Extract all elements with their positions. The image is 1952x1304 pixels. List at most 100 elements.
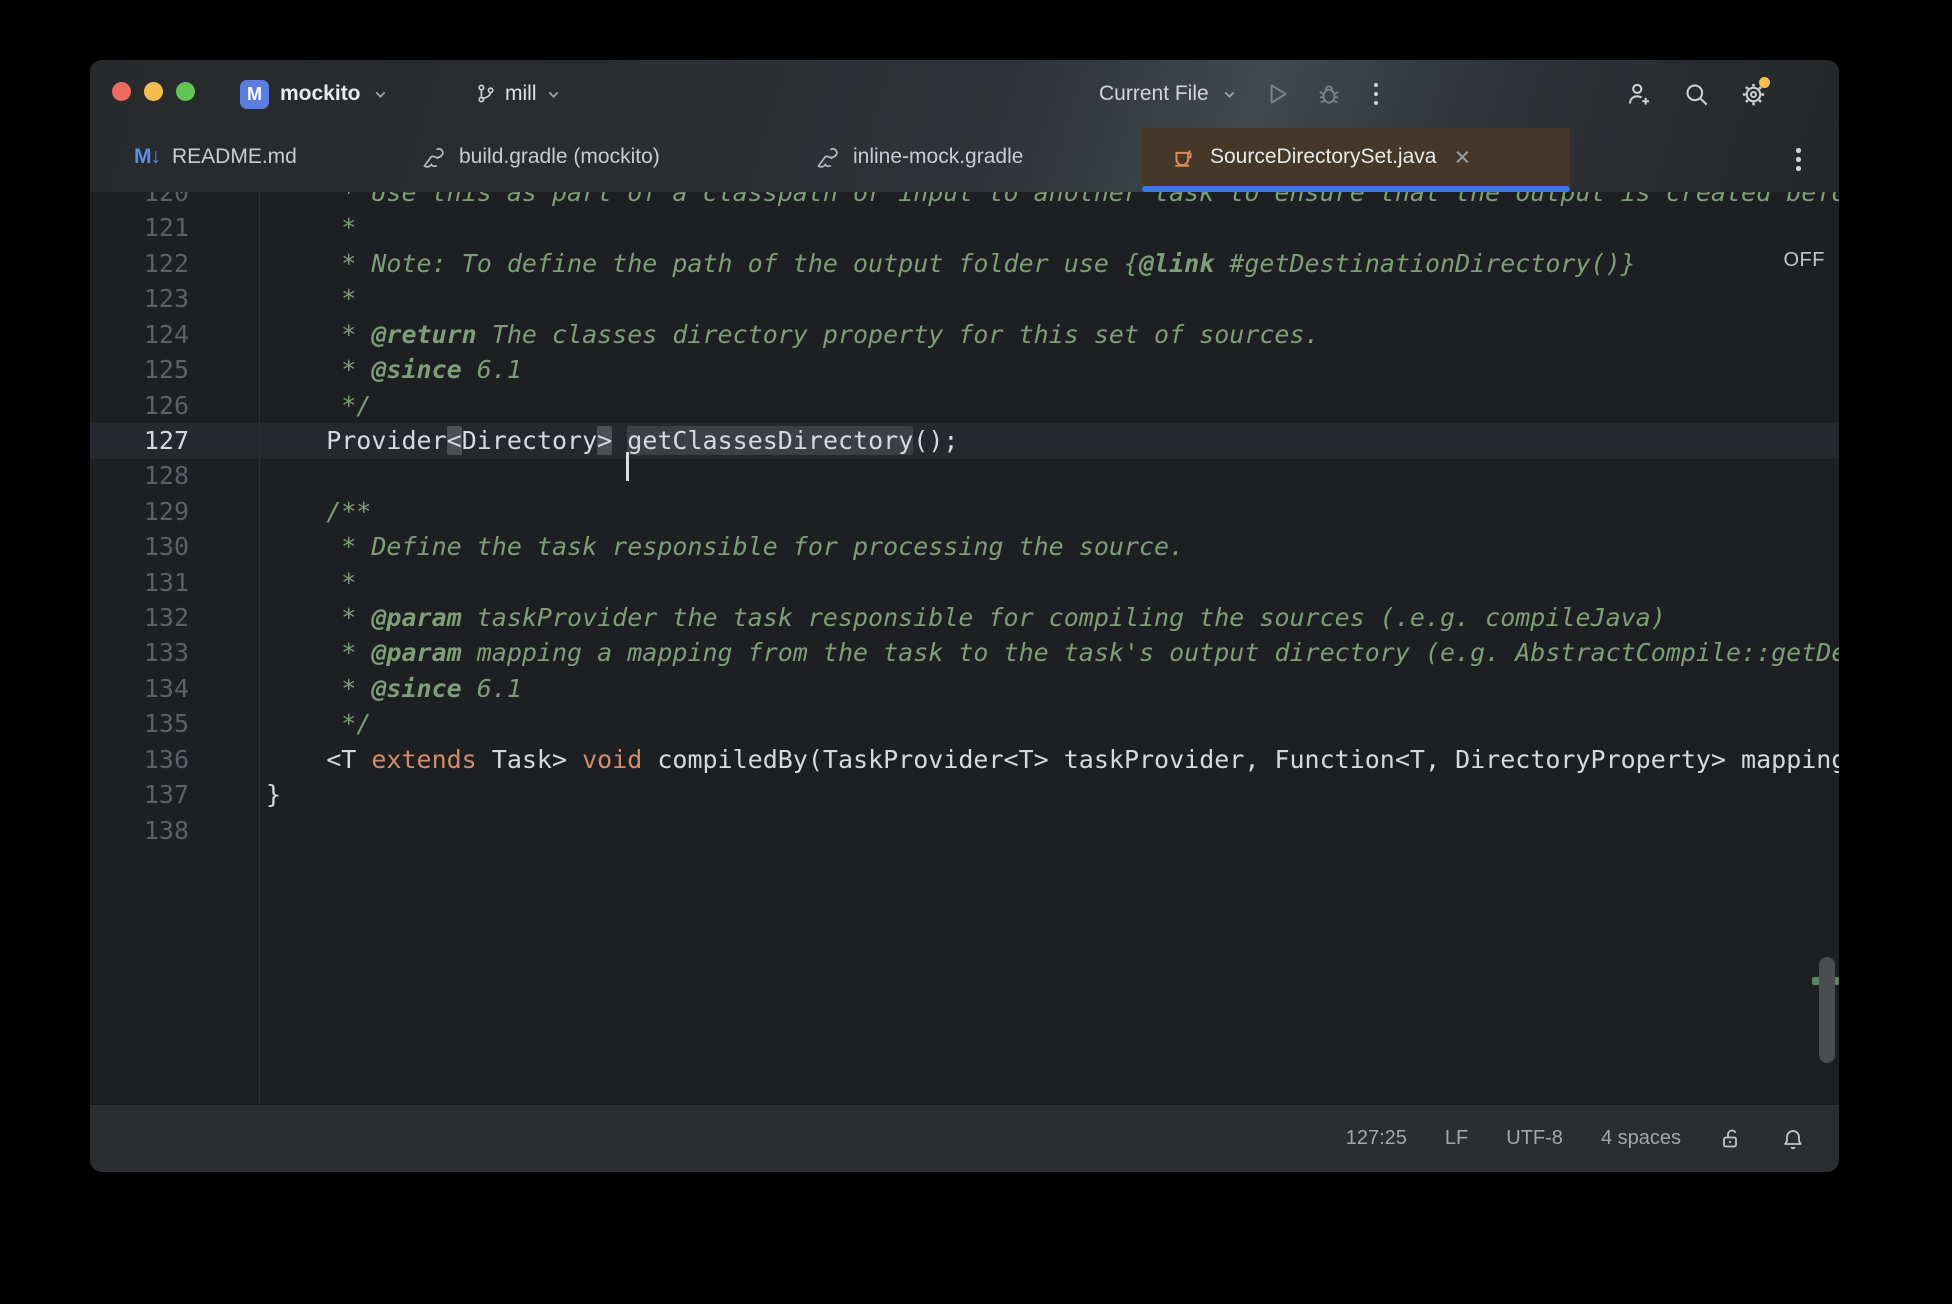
code-line-131[interactable]: *	[266, 565, 1839, 600]
code-editor[interactable]: 120 121 122 123 124 125 126 127 128 129 130 131 132 1…	[90, 192, 1839, 1104]
code-line-136[interactable]: <T extends Task> void compiledBy(TaskPro…	[266, 742, 1839, 777]
line-separator-widget[interactable]: LF	[1445, 1127, 1468, 1150]
search-everywhere-icon[interactable]	[1683, 81, 1710, 108]
line-number-127[interactable]: 127	[90, 423, 189, 458]
tab-sourcedirectoryset-java[interactable]: SourceDirectorySet.java ×	[1170, 128, 1470, 186]
close-window-button[interactable]	[112, 82, 131, 101]
code-line-129[interactable]: /**	[266, 494, 1839, 529]
line-number-124[interactable]: 124	[90, 317, 189, 352]
code-line-132[interactable]: * @param taskProvider the task responsib…	[266, 600, 1839, 635]
code-token: /**	[266, 496, 372, 526]
tab-readme-md[interactable]: M↓ README.md	[134, 128, 297, 186]
line-number-120[interactable]: 120	[90, 192, 189, 210]
screen: M mockito mill Current File M↓ README.md…	[0, 0, 1952, 1304]
minimize-window-button[interactable]	[144, 82, 163, 101]
code-line-137[interactable]: }	[266, 777, 1839, 812]
tab-label: SourceDirectorySet.java	[1210, 145, 1437, 168]
line-number-137[interactable]: 137	[90, 777, 189, 812]
close-tab-icon[interactable]: ×	[1454, 144, 1470, 171]
line-number-130[interactable]: 130	[90, 529, 189, 564]
tab-label: build.gradle (mockito)	[459, 145, 660, 168]
titlebar: M mockito mill Current File	[90, 60, 1839, 128]
code-line-128[interactable]	[266, 458, 1839, 493]
code-line-120[interactable]: * Use this as part of a classpath or inp…	[266, 192, 1839, 210]
run-toolbar: Current File	[1099, 70, 1384, 118]
tab-build-gradle[interactable]: build.gradle (mockito)	[420, 128, 660, 186]
line-number-125[interactable]: 125	[90, 352, 189, 387]
code-token: Task>	[476, 744, 583, 774]
tab-list-more-icon[interactable]	[1790, 142, 1807, 177]
code-token: *	[266, 603, 372, 633]
code-line-138[interactable]	[266, 813, 1839, 848]
code-line-125[interactable]: * @since 6.1	[266, 352, 1839, 387]
line-number-132[interactable]: 132	[90, 600, 189, 635]
code-token: */	[266, 390, 372, 420]
project-icon: M	[240, 79, 269, 109]
status-bar: 127:25 LF UTF-8 4 spaces	[90, 1104, 1839, 1172]
line-number-123[interactable]: 123	[90, 281, 189, 316]
tab-inline-mock-gradle[interactable]: inline-mock.gradle	[814, 128, 1023, 186]
line-number-131[interactable]: 131	[90, 565, 189, 600]
gutter-separator	[259, 192, 260, 1104]
titlebar-right-actions	[1626, 70, 1770, 118]
run-configuration-selector[interactable]: Current File	[1099, 82, 1238, 106]
code-line-121[interactable]: *	[266, 210, 1839, 245]
code-with-me-add-user-icon[interactable]	[1626, 81, 1653, 108]
code-line-130[interactable]: * Define the task responsible for proces…	[266, 529, 1839, 564]
notifications-bell-icon[interactable]	[1781, 1127, 1805, 1151]
line-number-136[interactable]: 136	[90, 742, 189, 777]
line-number-128[interactable]: 128	[90, 458, 189, 493]
code-token: Provider	[266, 425, 447, 455]
run-icon[interactable]	[1264, 81, 1290, 107]
more-actions-icon[interactable]	[1368, 77, 1385, 112]
settings-notification-badge	[1759, 76, 1770, 88]
code-content[interactable]: * Use this as part of a classpath or inp…	[266, 192, 1839, 848]
editor-gutter[interactable]: 120 121 122 123 124 125 126 127 128 129 130 131 132 1…	[90, 192, 189, 848]
settings-gear-icon[interactable]	[1740, 76, 1770, 108]
unlocked-padlock-icon[interactable]	[1719, 1127, 1743, 1151]
code-token: 6.1	[461, 355, 522, 385]
code-token: compiledBy(TaskProvider<T> taskProvider,…	[642, 744, 1839, 774]
zoom-window-button[interactable]	[176, 82, 195, 101]
debug-icon[interactable]	[1316, 81, 1342, 107]
line-number-126[interactable]: 126	[90, 388, 189, 423]
indent-widget[interactable]: 4 spaces	[1601, 1127, 1681, 1150]
branch-name: mill	[505, 82, 537, 105]
code-token: @param	[371, 603, 462, 633]
line-number-135[interactable]: 135	[90, 706, 189, 741]
highlighting-level-widget[interactable]: OFF	[1784, 249, 1826, 272]
code-line-134[interactable]: * @since 6.1	[266, 671, 1839, 706]
code-line-122[interactable]: * Note: To define the path of the output…	[266, 246, 1839, 281]
editor-tab-bar: M↓ README.md build.gradle (mockito) inli…	[90, 128, 1839, 192]
gradle-file-icon	[814, 144, 841, 171]
caret-position-widget[interactable]: 127:25	[1346, 1127, 1407, 1150]
run-configuration-label: Current File	[1099, 82, 1209, 105]
code-line-135[interactable]: */	[266, 706, 1839, 741]
vertical-scrollbar-thumb[interactable]	[1819, 957, 1835, 1063]
line-number-129[interactable]: 129	[90, 494, 189, 529]
code-line-133[interactable]: * @param mapping a mapping from the task…	[266, 635, 1839, 670]
line-number-134[interactable]: 134	[90, 671, 189, 706]
code-line-126[interactable]: */	[266, 388, 1839, 423]
window-controls	[112, 82, 195, 101]
code-token: */	[266, 709, 372, 739]
window-header: M mockito mill Current File M↓ README.md…	[90, 60, 1839, 193]
code-line-127[interactable]: Provider<Directory> getClassesDirectory(…	[266, 423, 1839, 481]
line-number-122[interactable]: 122	[90, 246, 189, 281]
code-token: <	[446, 425, 462, 455]
line-number-121[interactable]: 121	[90, 210, 189, 245]
chevron-down-icon	[545, 86, 562, 103]
code-token: @link	[1138, 248, 1215, 278]
line-number-138[interactable]: 138	[90, 813, 189, 848]
code-line-123[interactable]: *	[266, 281, 1839, 316]
project-widget[interactable]: M mockito	[240, 70, 389, 118]
code-token: * Define the task responsible for proces…	[266, 532, 1185, 562]
code-token: <T	[266, 744, 372, 774]
java-file-icon	[1170, 143, 1198, 171]
git-branch-icon	[475, 83, 497, 105]
vcs-branch-widget[interactable]: mill	[475, 70, 562, 118]
code-line-124[interactable]: * @return The classes directory property…	[266, 317, 1839, 352]
encoding-widget[interactable]: UTF-8	[1506, 1127, 1563, 1150]
line-number-133[interactable]: 133	[90, 635, 189, 670]
chevron-down-icon	[1221, 86, 1238, 103]
